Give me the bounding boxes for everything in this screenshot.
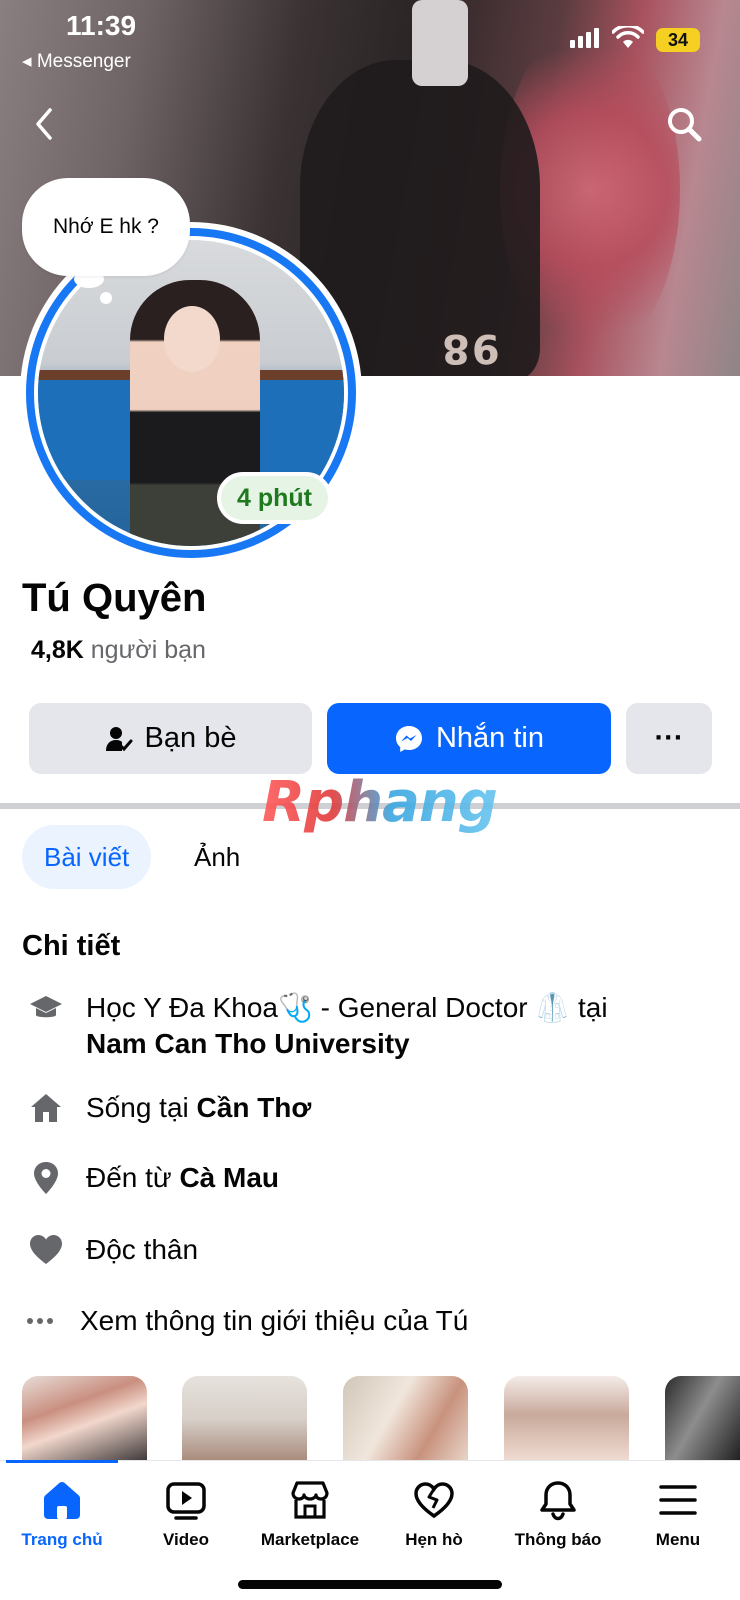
- friend-photo-thumb[interactable]: [665, 1376, 740, 1462]
- note-bubble-tail-dot: [100, 292, 112, 304]
- nav-dating[interactable]: Hẹn hò: [372, 1478, 496, 1550]
- more-options-button[interactable]: ···: [626, 703, 712, 774]
- menu-icon: [659, 1485, 697, 1515]
- wifi-icon: [612, 26, 644, 48]
- from-prefix: Đến từ: [86, 1162, 172, 1193]
- from-city[interactable]: Cà Mau: [179, 1162, 279, 1193]
- home-indicator: [238, 1580, 502, 1589]
- more-horizontal-icon: [27, 1318, 53, 1324]
- heart-icon: [30, 1235, 62, 1264]
- tab-posts[interactable]: Bài viết: [22, 825, 152, 889]
- status-time: 11:39: [66, 10, 137, 41]
- friends-label: người bạn: [90, 636, 206, 664]
- nav-dating-label: Hẹn hò: [405, 1530, 463, 1549]
- lives-city[interactable]: Cần Thơ: [197, 1092, 312, 1123]
- marketplace-icon: [291, 1481, 329, 1519]
- nav-home-label: Trang chủ: [21, 1530, 103, 1549]
- friends-button-label: Bạn bè: [144, 722, 237, 754]
- nav-notifications-label: Thông báo: [514, 1530, 602, 1549]
- back-to-messenger-link[interactable]: ◂ Messenger: [22, 50, 131, 73]
- nav-video[interactable]: Video: [124, 1478, 248, 1550]
- lives-prefix: Sống tại: [86, 1092, 189, 1123]
- see-about-info-link[interactable]: Xem thông tin giới thiệu của Tú: [80, 1303, 468, 1339]
- cellular-signal-icon: [570, 28, 599, 48]
- friends-count-link[interactable]: 4,8K người bạn: [31, 636, 206, 665]
- status-bar: 11:39 ◂ Messenger 34: [0, 0, 740, 80]
- education-text: Học Y Đa Khoa🩺 - General Doctor 🥼 tại: [86, 992, 608, 1023]
- note-text: Nhớ E hk ?: [53, 215, 159, 238]
- friends-count: 4,8K: [31, 636, 84, 664]
- nav-marketplace-label: Marketplace: [260, 1530, 360, 1549]
- friend-photo-thumb[interactable]: [343, 1376, 468, 1462]
- friend-photo-thumb[interactable]: [504, 1376, 629, 1462]
- detail-from: Đến từ Cà Mau: [86, 1160, 279, 1196]
- video-icon: [166, 1482, 206, 1520]
- nav-menu-label: Menu: [655, 1530, 701, 1549]
- battery-indicator: 34: [656, 28, 700, 52]
- home-icon: [44, 1482, 80, 1519]
- cover-jersey-number: 98: [440, 325, 500, 371]
- more-dots-icon: ···: [654, 722, 684, 754]
- messenger-icon: [395, 725, 422, 752]
- message-button-label: Nhắn tin: [435, 722, 544, 754]
- friend-photo-thumb[interactable]: [182, 1376, 307, 1462]
- friends-button[interactable]: Bạn bè: [29, 703, 312, 774]
- bell-icon: [540, 1481, 576, 1521]
- detail-education: Học Y Đa Khoa🩺 - General Doctor 🥼 tại Na…: [86, 990, 706, 1062]
- home-detail-icon: [31, 1094, 61, 1122]
- back-chevron-icon[interactable]: [28, 104, 60, 144]
- education-school[interactable]: Nam Can Tho University: [86, 1028, 410, 1059]
- active-tab-indicator: [6, 1460, 118, 1463]
- nav-marketplace[interactable]: Marketplace: [248, 1478, 372, 1550]
- location-pin-icon: [34, 1162, 58, 1194]
- nav-home[interactable]: Trang chủ: [0, 1478, 124, 1550]
- detail-lives-in: Sống tại Cần Thơ: [86, 1090, 311, 1126]
- last-active-badge: 4 phút: [217, 472, 332, 524]
- search-icon[interactable]: [664, 104, 704, 144]
- profile-note[interactable]: Nhớ E hk ?: [22, 178, 190, 276]
- profile-name: Tú Quyên: [22, 576, 207, 620]
- nav-video-label: Video: [163, 1530, 209, 1549]
- friend-check-icon: [105, 726, 133, 751]
- nav-menu[interactable]: Menu: [616, 1478, 740, 1550]
- details-title: Chi tiết: [22, 930, 121, 962]
- watermark-logo: Rphang: [262, 770, 498, 835]
- tab-photos[interactable]: Ảnh: [172, 825, 262, 889]
- nav-notifications[interactable]: Thông báo: [496, 1478, 620, 1550]
- avatar-face: [164, 306, 220, 372]
- graduation-cap-icon: [30, 996, 62, 1018]
- friend-photo-thumb[interactable]: [22, 1376, 147, 1462]
- message-button[interactable]: Nhắn tin: [327, 703, 611, 774]
- detail-relationship: Độc thân: [86, 1234, 199, 1265]
- dating-heart-icon: [414, 1482, 454, 1519]
